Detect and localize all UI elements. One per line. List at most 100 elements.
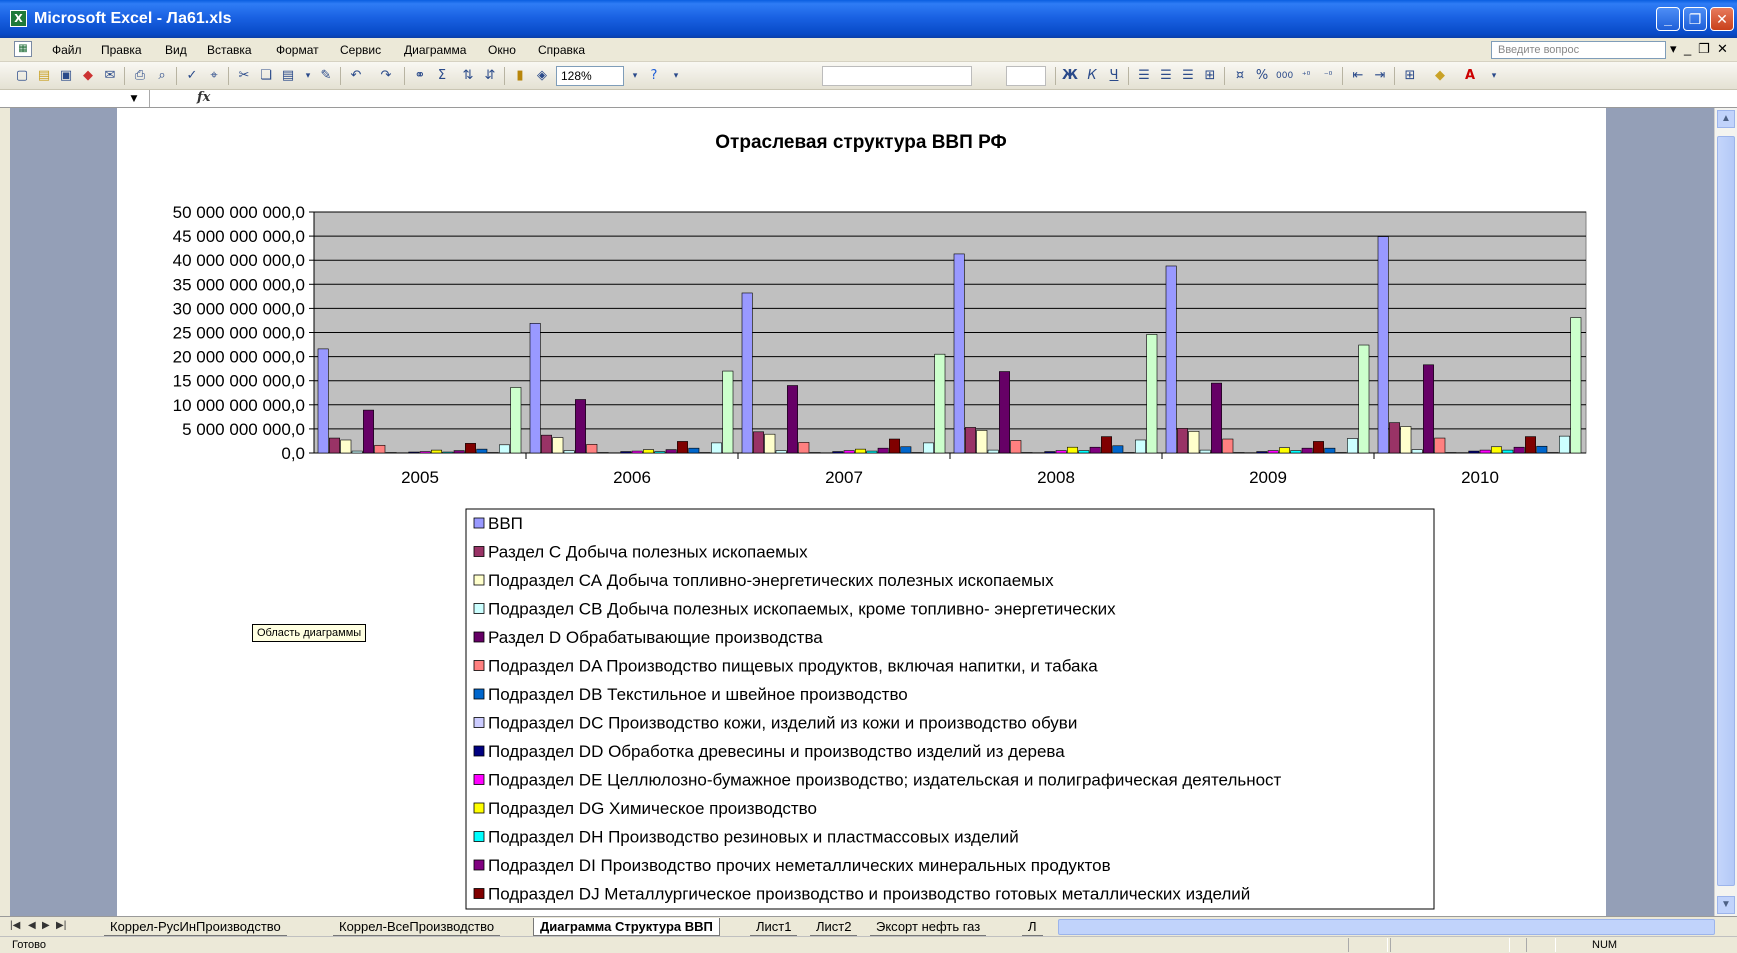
align-right-icon[interactable]: ☰: [1180, 68, 1196, 84]
menu-help[interactable]: Справка: [538, 43, 585, 57]
fill-color-icon[interactable]: ◆: [1432, 68, 1448, 84]
font-size-select[interactable]: [1006, 66, 1046, 86]
menu-window[interactable]: Окно: [488, 43, 516, 57]
close-button[interactable]: ✕: [1710, 7, 1734, 31]
sort-ascending-icon[interactable]: ⇅: [460, 68, 476, 84]
decrease-decimal-icon[interactable]: ⁻⁰: [1320, 68, 1336, 84]
help-search-input[interactable]: Введите вопрос: [1491, 41, 1666, 59]
sort-descending-icon[interactable]: ⇵: [482, 68, 498, 84]
hyperlink-icon[interactable]: ⚭: [412, 68, 428, 84]
next-sheet-icon[interactable]: ▶: [42, 920, 50, 931]
increase-indent-icon[interactable]: ⇥: [1372, 68, 1388, 84]
prev-sheet-icon[interactable]: ◀: [28, 920, 36, 931]
format-painter-icon[interactable]: ✎: [318, 68, 334, 84]
research-icon[interactable]: ⌖: [206, 68, 222, 84]
menu-view[interactable]: Вид: [165, 43, 187, 57]
align-left-icon[interactable]: ☰: [1136, 68, 1152, 84]
bold-icon[interactable]: Ж: [1062, 68, 1078, 84]
increase-decimal-icon[interactable]: ⁺⁰: [1298, 68, 1314, 84]
restore-button[interactable]: ❐: [1683, 7, 1707, 31]
align-center-icon[interactable]: ☰: [1158, 68, 1174, 84]
legend-label: Раздел С Добыча полезных ископаемых: [488, 543, 808, 562]
vertical-scrollbar[interactable]: ▲ ▼: [1714, 108, 1737, 916]
email-icon[interactable]: ✉: [102, 68, 118, 84]
sheet-tab[interactable]: Лист2: [810, 918, 858, 936]
last-sheet-icon[interactable]: ▶|: [56, 920, 66, 931]
autosum-icon[interactable]: Σ: [434, 68, 450, 84]
sheet-tab[interactable]: Коррел-ВсеПроизводство: [333, 918, 501, 936]
sheet-tab[interactable]: Эксорт нефть газ: [870, 918, 987, 936]
decrease-indent-icon[interactable]: ⇤: [1350, 68, 1366, 84]
menu-format[interactable]: Формат: [276, 43, 319, 57]
italic-icon[interactable]: К: [1084, 68, 1100, 84]
spelling-icon[interactable]: ✓: [184, 68, 200, 84]
x-tick-label: 2009: [1249, 468, 1287, 487]
bar: [843, 450, 855, 454]
first-sheet-icon[interactable]: |◀: [10, 920, 20, 931]
name-box-dropdown-icon[interactable]: ▼: [126, 91, 142, 107]
bar: [374, 444, 386, 454]
currency-icon[interactable]: ¤: [1232, 68, 1248, 84]
vertical-scroll-thumb[interactable]: [1717, 136, 1735, 886]
bar: [677, 441, 688, 454]
sheet-tab[interactable]: Лист1: [750, 918, 798, 936]
fx-icon[interactable]: fx: [197, 90, 210, 105]
bar: [1211, 382, 1222, 454]
zoom-box[interactable]: 128%: [556, 66, 624, 86]
bar: [965, 427, 976, 454]
menu-chart[interactable]: Диаграмма: [404, 43, 466, 57]
sheet-tab[interactable]: Л: [1022, 918, 1043, 936]
help-dropdown-icon[interactable]: ▾: [1670, 41, 1677, 57]
paste-dropdown-icon[interactable]: ▾: [300, 68, 316, 84]
help-icon[interactable]: ?: [646, 68, 662, 84]
bar: [575, 399, 586, 454]
toolbar-options-2-icon[interactable]: ▾: [1486, 68, 1502, 84]
bar: [552, 437, 564, 454]
horizontal-scrollbar[interactable]: [1058, 919, 1715, 935]
cut-icon[interactable]: ✂: [236, 68, 252, 84]
menu-insert[interactable]: Вставка: [207, 43, 252, 57]
font-name-select[interactable]: [822, 66, 972, 86]
font-color-icon[interactable]: A: [1462, 68, 1478, 84]
paste-icon[interactable]: ▤: [280, 68, 296, 84]
doc-minimize-icon[interactable]: _: [1684, 41, 1691, 56]
menu-file[interactable]: Файл: [52, 43, 82, 57]
borders-icon[interactable]: ⊞: [1402, 68, 1418, 84]
print-preview-icon[interactable]: ⌕: [154, 68, 170, 84]
bar: [976, 430, 988, 454]
undo-icon[interactable]: ↶: [348, 68, 364, 84]
doc-restore-icon[interactable]: ❐: [1698, 41, 1710, 57]
scroll-up-icon[interactable]: ▲: [1717, 110, 1735, 128]
scroll-down-icon[interactable]: ▼: [1717, 896, 1735, 914]
comma-style-icon[interactable]: 000: [1276, 68, 1293, 84]
sheet-tab-active[interactable]: Диаграмма Структура ВВП: [533, 918, 720, 936]
zoom-dropdown-icon[interactable]: ▾: [627, 68, 643, 84]
chart-area[interactable]: Отраслевая структура ВВП РФ 0,0 5 000 000 …: [117, 108, 1606, 916]
bar: [1290, 450, 1302, 454]
toolbar-options-icon[interactable]: ▾: [668, 68, 684, 84]
percent-icon[interactable]: %: [1254, 68, 1270, 84]
workbook-icon[interactable]: ▦: [14, 41, 32, 57]
bar: [1347, 438, 1358, 454]
doc-close-icon[interactable]: ✕: [1717, 41, 1728, 57]
merge-center-icon[interactable]: ⊞: [1202, 68, 1218, 84]
bar: [1423, 364, 1434, 454]
chart-wizard-icon[interactable]: ▮: [512, 68, 528, 84]
print-icon[interactable]: ⎙: [132, 68, 148, 84]
sheet-tab[interactable]: Коррел-РусИнПроизводство: [104, 918, 287, 936]
underline-icon[interactable]: Ч: [1106, 68, 1122, 84]
save-icon[interactable]: ▣: [58, 68, 74, 84]
legend-label: ВВП: [488, 514, 523, 533]
legend-swatch: [473, 774, 485, 785]
open-icon[interactable]: ▤: [36, 68, 52, 84]
copy-icon[interactable]: ❏: [258, 68, 274, 84]
drawing-icon[interactable]: ◈: [534, 68, 550, 84]
menu-edit[interactable]: Правка: [101, 43, 142, 57]
excel-icon[interactable]: X: [10, 10, 27, 27]
permission-icon[interactable]: ◆: [80, 68, 96, 84]
minimize-button[interactable]: _: [1656, 7, 1680, 31]
menu-tools[interactable]: Сервис: [340, 43, 381, 57]
bar: [1010, 440, 1022, 454]
redo-icon[interactable]: ↷: [378, 68, 394, 84]
new-icon[interactable]: ▢: [14, 68, 30, 84]
